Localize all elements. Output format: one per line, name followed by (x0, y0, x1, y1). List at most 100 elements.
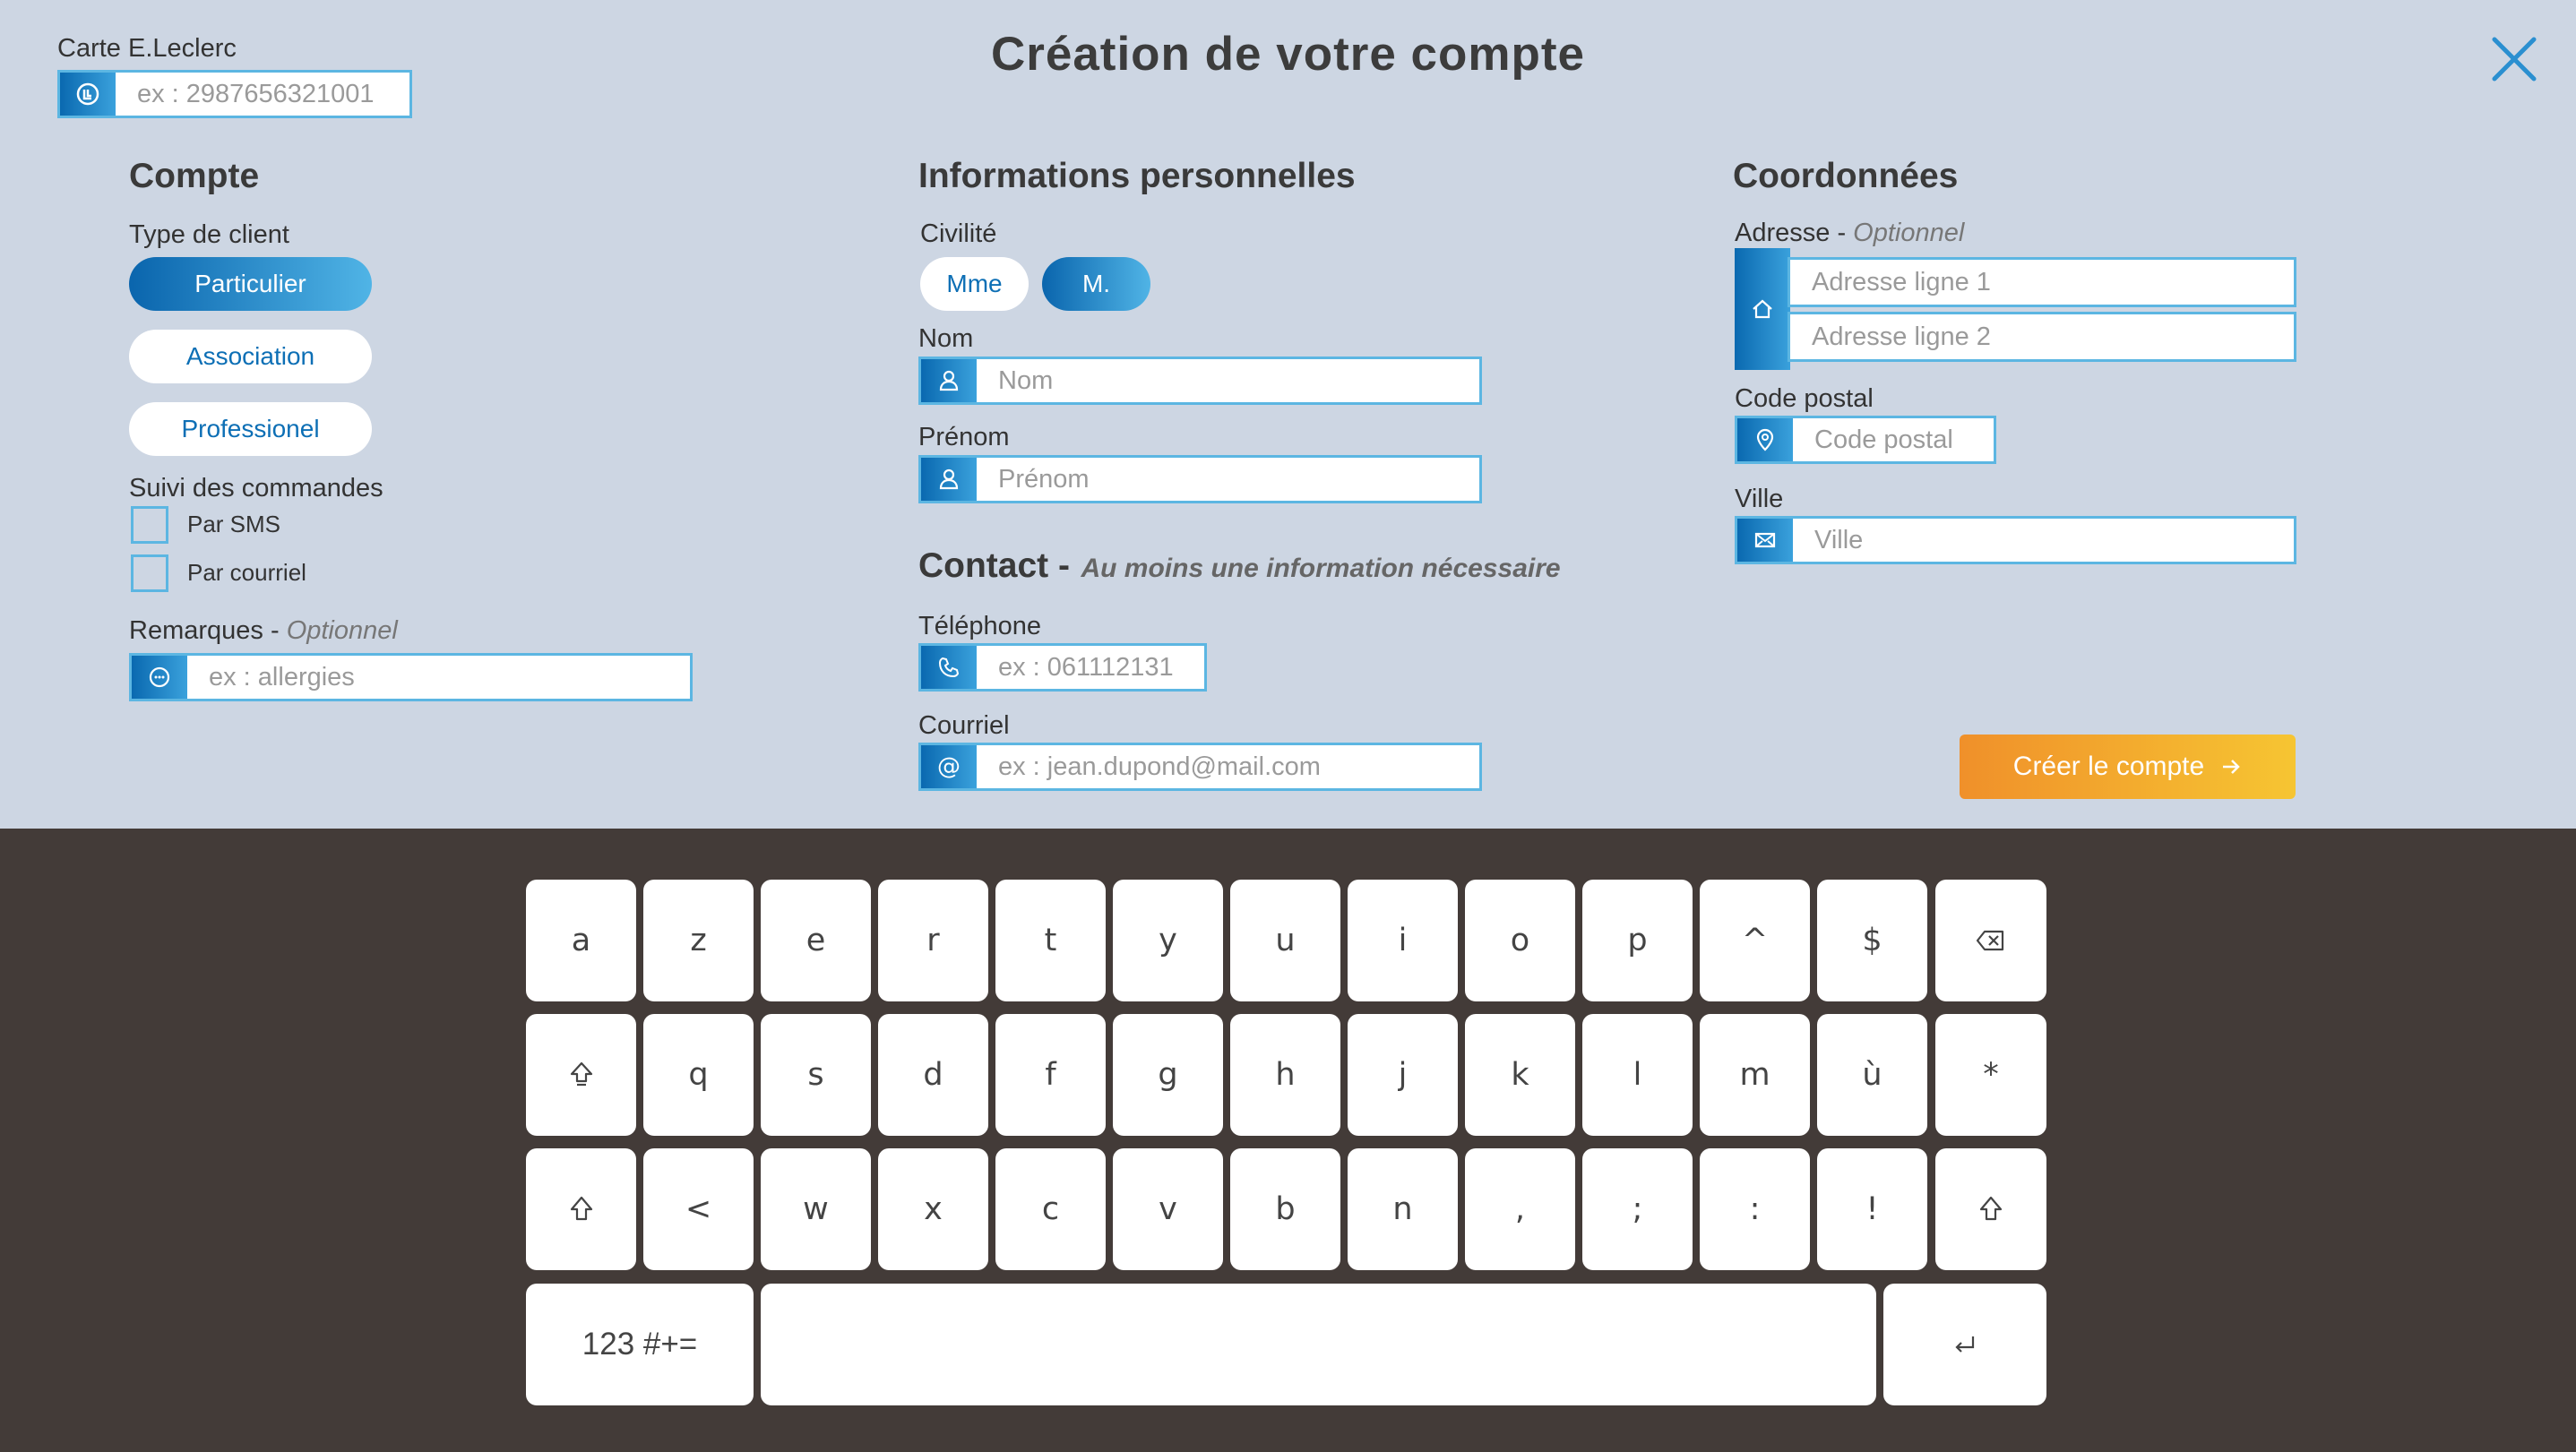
location-pin-icon (1737, 418, 1793, 461)
account-creation-screen: Création de votre compte Carte E.Leclerc… (0, 0, 2576, 1452)
user-icon (921, 359, 977, 402)
key-u-grave[interactable]: ù (1817, 1014, 1927, 1136)
envelope-icon (1737, 519, 1793, 562)
arrow-right-icon (2223, 760, 2240, 774)
key-c[interactable]: c (995, 1148, 1106, 1270)
email-checkbox-label: Par courriel (187, 559, 306, 586)
sms-checkbox-label: Par SMS (187, 511, 281, 537)
postal-code-field (1735, 416, 1996, 464)
contact-subheading: Au moins une information nécessaire (1081, 554, 1561, 583)
space-key[interactable] (761, 1284, 1876, 1405)
card-number-input[interactable] (116, 73, 409, 116)
key-m[interactable]: m (1700, 1014, 1810, 1136)
symbols-key[interactable]: 123 #+= (526, 1284, 754, 1405)
remarks-optional: Optionnel (286, 616, 398, 645)
key-x[interactable]: x (878, 1148, 988, 1270)
key-z[interactable]: z (643, 880, 754, 1001)
email-label: Courriel (918, 711, 1010, 740)
key-f[interactable]: f (995, 1014, 1106, 1136)
key-v[interactable]: v (1113, 1148, 1223, 1270)
address-label: Adresse - Optionnel (1735, 219, 1965, 247)
postal-code-label: Code postal (1735, 384, 1874, 413)
key-colon[interactable]: : (1700, 1148, 1810, 1270)
key-comma[interactable]: , (1465, 1148, 1575, 1270)
phone-input[interactable] (977, 646, 1204, 689)
key-q[interactable]: q (643, 1014, 754, 1136)
card-label: Carte E.Leclerc (57, 34, 237, 63)
key-exclamation[interactable]: ! (1817, 1148, 1927, 1270)
key-a[interactable]: a (526, 880, 636, 1001)
address-line1-field (1788, 257, 2296, 307)
key-p[interactable]: p (1582, 880, 1693, 1001)
key-e[interactable]: e (761, 880, 871, 1001)
key-dollar[interactable]: $ (1817, 880, 1927, 1001)
remarks-field (129, 653, 693, 701)
coordinates-heading: Coordonnées (1733, 157, 1959, 195)
first-name-input[interactable] (977, 458, 1479, 501)
caps-lock-icon (570, 1061, 592, 1087)
create-account-label: Créer le compte (2012, 752, 2205, 781)
email-field: @ (918, 743, 1482, 791)
city-input[interactable] (1793, 519, 2294, 562)
client-type-label: Type de client (129, 220, 289, 249)
key-l[interactable]: l (1582, 1014, 1693, 1136)
key-s[interactable]: s (761, 1014, 871, 1136)
backspace-key[interactable] (1935, 880, 2046, 1001)
client-type-association[interactable]: Association (129, 330, 372, 383)
key-u[interactable]: u (1230, 880, 1340, 1001)
key-h[interactable]: h (1230, 1014, 1340, 1136)
shift-right-key[interactable] (1935, 1148, 2046, 1270)
chat-bubble-icon (132, 656, 187, 699)
key-w[interactable]: w (761, 1148, 871, 1270)
key-less-than[interactable]: < (643, 1148, 754, 1270)
enter-key[interactable] (1883, 1284, 2046, 1405)
key-caret[interactable]: ^ (1700, 880, 1810, 1001)
caps-lock-key[interactable] (526, 1014, 636, 1136)
civility-m[interactable]: M. (1042, 257, 1150, 311)
client-type-professionel[interactable]: Professionel (129, 402, 372, 456)
civility-mme[interactable]: Mme (920, 257, 1029, 311)
civility-label: Civilité (920, 219, 997, 248)
key-o[interactable]: o (1465, 880, 1575, 1001)
key-t[interactable]: t (995, 880, 1106, 1001)
key-k[interactable]: k (1465, 1014, 1575, 1136)
postal-code-input[interactable] (1793, 418, 1994, 461)
phone-label: Téléphone (918, 612, 1042, 640)
home-icon (1735, 248, 1790, 370)
key-b[interactable]: b (1230, 1148, 1340, 1270)
key-r[interactable]: r (878, 880, 988, 1001)
card-icon (60, 73, 116, 116)
last-name-label: Nom (918, 324, 974, 353)
shift-left-key[interactable] (526, 1148, 636, 1270)
client-type-particulier[interactable]: Particulier (129, 257, 372, 311)
city-field (1735, 516, 2296, 564)
key-i[interactable]: i (1348, 880, 1458, 1001)
personal-info-heading: Informations personnelles (918, 157, 1356, 195)
key-n[interactable]: n (1348, 1148, 1458, 1270)
email-checkbox[interactable] (131, 554, 168, 592)
virtual-keyboard: a z e r t y u i o p ^ $ q s d f g h j k … (0, 829, 2576, 1452)
close-icon[interactable] (2489, 34, 2539, 84)
card-number-field (57, 70, 412, 118)
key-y[interactable]: y (1113, 880, 1223, 1001)
contact-heading: Contact - (918, 546, 1070, 585)
return-icon (1955, 1336, 1975, 1353)
form-area: Création de votre compte Carte E.Leclerc… (0, 0, 2576, 829)
remarks-label: Remarques - Optionnel (129, 616, 398, 645)
shift-icon (570, 1196, 592, 1221)
key-g[interactable]: g (1113, 1014, 1223, 1136)
address-line1-input[interactable] (1790, 260, 2294, 305)
last-name-field (918, 357, 1482, 405)
sms-checkbox[interactable] (131, 506, 168, 544)
key-d[interactable]: d (878, 1014, 988, 1136)
remarks-input[interactable] (187, 656, 690, 699)
shift-icon (1979, 1196, 2003, 1221)
backspace-icon (1976, 930, 2004, 951)
create-account-button[interactable]: Créer le compte (1960, 735, 2296, 799)
key-j[interactable]: j (1348, 1014, 1458, 1136)
address-line2-input[interactable] (1790, 314, 2294, 359)
key-semicolon[interactable]: ; (1582, 1148, 1693, 1270)
last-name-input[interactable] (977, 359, 1479, 402)
email-input[interactable] (977, 745, 1479, 788)
key-asterisk[interactable]: * (1935, 1014, 2046, 1136)
